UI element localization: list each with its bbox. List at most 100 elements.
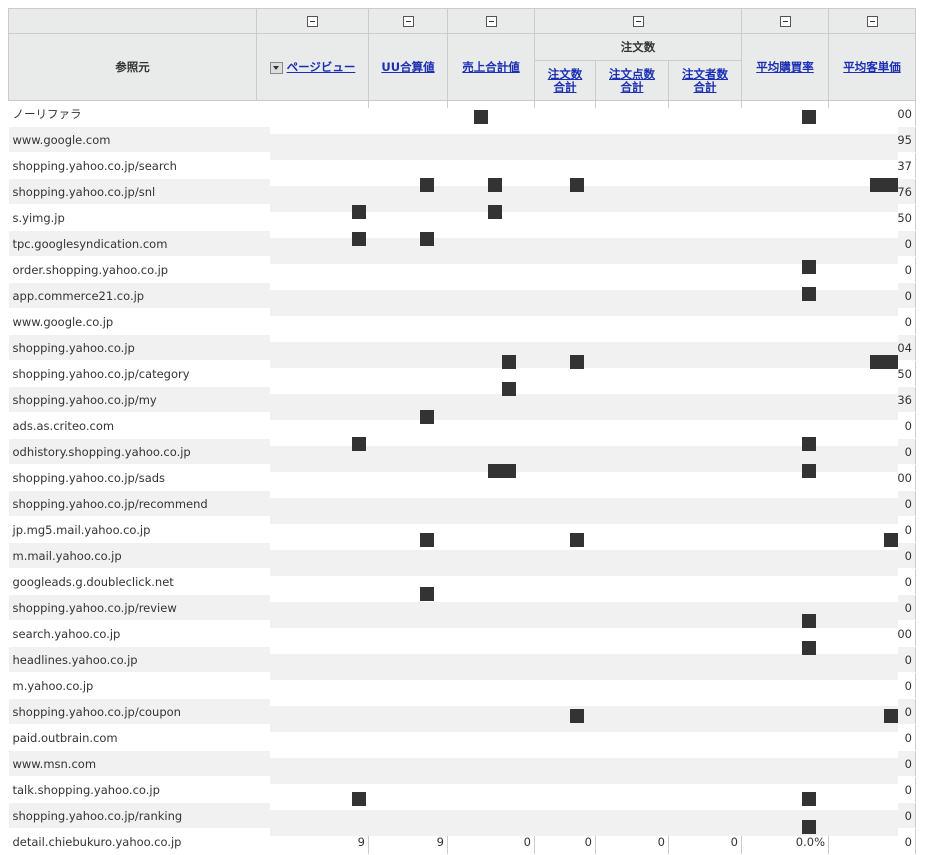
- redaction-mask: [270, 160, 898, 186]
- referrer-source: shopping.yahoo.co.jp/recommend: [8, 490, 257, 517]
- redaction-block: [488, 205, 502, 219]
- purchase-rate-link[interactable]: 平均購買率: [756, 60, 814, 74]
- redaction-block: [420, 410, 434, 424]
- redaction-block: [502, 355, 516, 369]
- referrer-source: search.yahoo.co.jp: [8, 620, 257, 647]
- redaction-block: [352, 792, 366, 806]
- redaction-mask: [270, 706, 898, 732]
- referrer-source: detail.chiebukuro.yahoo.co.jp: [8, 828, 257, 855]
- referrer-source: jp.mg5.mail.yahoo.co.jp: [8, 516, 257, 543]
- sales-total-link[interactable]: 売上合計値: [462, 60, 520, 74]
- orders-group-header: 注文数: [534, 33, 742, 61]
- order-count-link[interactable]: 注文数合計: [544, 67, 586, 94]
- referrer-source: www.google.co.jp: [8, 308, 257, 335]
- sales-total-header[interactable]: 売上合計値: [447, 33, 535, 101]
- order-count-header[interactable]: 注文数合計: [534, 60, 596, 101]
- referrer-source: paid.outbrain.com: [8, 724, 257, 751]
- redaction-block: [802, 260, 816, 274]
- redaction-block: [352, 232, 366, 246]
- redaction-mask: [270, 342, 898, 368]
- redaction-block: [420, 533, 434, 547]
- page-views-header[interactable]: ページビュー: [256, 33, 369, 101]
- referrer-control-cell: [8, 8, 257, 34]
- referrer-source: shopping.yahoo.co.jp/ranking: [8, 802, 257, 829]
- referrer-source: ads.as.criteo.com: [8, 412, 257, 439]
- redaction-mask: [270, 498, 898, 524]
- referrer-source: ノーリファラ: [8, 100, 257, 127]
- redaction-mask: [270, 758, 898, 784]
- referrer-source: shopping.yahoo.co.jp/my: [8, 386, 257, 413]
- collapse-icon[interactable]: [632, 16, 644, 27]
- referrer-source: odhistory.shopping.yahoo.co.jp: [8, 438, 257, 465]
- redaction-block: [570, 533, 584, 547]
- collapse-unit-price[interactable]: [828, 8, 916, 34]
- collapse-uu-total[interactable]: [368, 8, 448, 34]
- referrer-header: 参照元: [8, 33, 257, 101]
- referrer-source: googleads.g.doubleclick.net: [8, 568, 257, 595]
- referrer-source: talk.shopping.yahoo.co.jp: [8, 776, 257, 803]
- redaction-block: [802, 792, 816, 806]
- collapse-purchase-rate[interactable]: [741, 8, 829, 34]
- collapse-icon[interactable]: [779, 16, 791, 27]
- redaction-block: [802, 110, 816, 124]
- redaction-mask: [270, 394, 898, 420]
- referrer-source: m.yahoo.co.jp: [8, 672, 257, 699]
- referrer-source: m.mail.yahoo.co.jp: [8, 542, 257, 569]
- redaction-block: [488, 464, 516, 478]
- redaction-mask: [270, 550, 898, 576]
- redaction-block: [420, 178, 434, 192]
- sort-desc-icon[interactable]: [269, 61, 283, 74]
- collapse-icon[interactable]: [866, 16, 878, 27]
- order-points-header[interactable]: 注文点数合計: [595, 60, 669, 101]
- redaction-block: [870, 178, 898, 192]
- redaction-block: [352, 437, 366, 451]
- unit-price-link[interactable]: 平均客単価: [843, 60, 901, 74]
- orderers-header[interactable]: 注文者数合計: [668, 60, 742, 101]
- redaction-block: [802, 437, 816, 451]
- collapse-icon[interactable]: [307, 16, 318, 27]
- redaction-block: [474, 110, 488, 124]
- redaction-block: [802, 287, 816, 301]
- referrer-source: shopping.yahoo.co.jp/search: [8, 152, 257, 179]
- redaction-block: [502, 382, 516, 396]
- redaction-block: [802, 464, 816, 478]
- redaction-block: [802, 820, 816, 834]
- referrer-source: shopping.yahoo.co.jp/snl: [8, 178, 257, 205]
- redaction-block: [570, 355, 584, 369]
- purchase-rate-header[interactable]: 平均購買率: [741, 33, 829, 101]
- page-views-link[interactable]: ページビュー: [287, 60, 356, 74]
- referrer-source: shopping.yahoo.co.jp: [8, 334, 257, 361]
- referrer-source: tpc.googlesyndication.com: [8, 230, 257, 257]
- redaction-block: [884, 709, 898, 723]
- referrer-source: shopping.yahoo.co.jp/coupon: [8, 698, 257, 725]
- redaction-block: [420, 587, 434, 601]
- redaction-mask: [270, 316, 898, 342]
- referrer-source: s.yimg.jp: [8, 204, 257, 231]
- order-points-link[interactable]: 注文点数合計: [604, 67, 660, 94]
- unit-price-header[interactable]: 平均客単価: [828, 33, 916, 101]
- redaction-mask: [270, 368, 898, 394]
- orderers-link[interactable]: 注文者数合計: [677, 67, 733, 94]
- redaction-mask: [270, 576, 898, 602]
- redaction-block: [870, 355, 898, 369]
- collapse-icon[interactable]: [485, 16, 497, 27]
- redaction-mask: [270, 732, 898, 758]
- uu-total-header[interactable]: UU合算値: [368, 33, 448, 101]
- referrer-source: shopping.yahoo.co.jp/review: [8, 594, 257, 621]
- redaction-mask: [270, 524, 898, 550]
- referrer-source: www.google.com: [8, 126, 257, 153]
- collapse-page-views[interactable]: [256, 8, 369, 34]
- referrer-source: app.commerce21.co.jp: [8, 282, 257, 309]
- collapse-icon[interactable]: [402, 16, 414, 27]
- redaction-mask: [270, 680, 898, 706]
- collapse-sales-total[interactable]: [447, 8, 535, 34]
- uu-total-link[interactable]: UU合算値: [381, 60, 434, 74]
- referrer-source: shopping.yahoo.co.jp/sads: [8, 464, 257, 491]
- collapse-orders-group[interactable]: [534, 8, 742, 34]
- referrer-source: shopping.yahoo.co.jp/category: [8, 360, 257, 387]
- redaction-block: [884, 533, 898, 547]
- redaction-block: [420, 232, 434, 246]
- redaction-mask: [270, 134, 898, 160]
- redaction-block: [352, 205, 366, 219]
- redaction-block: [488, 178, 502, 192]
